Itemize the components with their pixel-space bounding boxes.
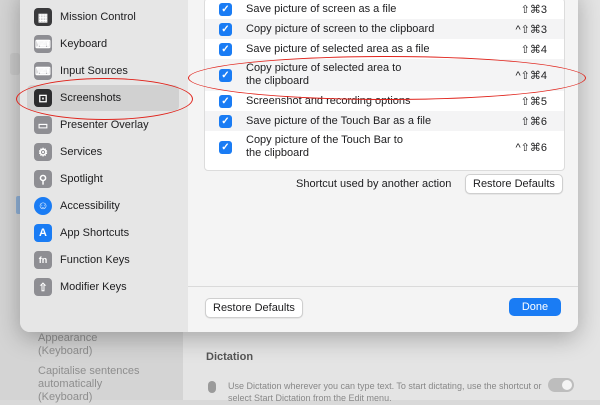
sidebar-item-label: Function Keys [60,254,130,266]
footer-divider [188,286,578,287]
shortcut-checkbox[interactable]: ✓ [219,95,232,108]
background-item-keyboard-note-2: (Keyboard) [38,391,93,403]
app-store-icon: A [34,224,52,242]
arrow-up-icon: ⇧ [34,278,52,296]
magnifier-icon: ⚲ [34,170,52,188]
shortcut-checkbox[interactable]: ✓ [219,115,232,128]
restore-defaults-all-button[interactable]: Restore Defaults [205,298,303,318]
fn-key-icon: fn [34,251,52,269]
accessibility-icon: ☺ [34,197,52,215]
table-row: ✓ Save picture of screen as a file ⇧⌘3 [205,0,564,19]
shortcut-keys[interactable]: ^⇧⌘3 [516,23,548,36]
sidebar-item-label: Accessibility [60,200,120,212]
input-sources-icon: ⌨ [34,62,52,80]
annotation-ellipse-copy-selected-area [188,56,586,100]
sidebar-item-label: Keyboard [60,38,108,50]
shortcut-conflict-message: Shortcut used by another action [296,178,452,190]
sidebar-item-label: Modifier Keys [60,281,127,293]
table-row: ✓ Copy picture of screen to the clipboar… [205,19,564,39]
shortcut-keys[interactable]: ⇧⌘4 [521,43,547,56]
dictation-heading: Dictation [206,351,254,363]
sidebar-item-mission-control[interactable]: ▦ Mission Control [27,4,179,30]
shortcut-label: Copy picture of screen to the clipboard [246,23,435,35]
sidebar-item-function-keys[interactable]: fn Function Keys [27,247,179,273]
table-row: ✓ Save picture of the Touch Bar as a fil… [205,111,564,131]
shortcut-keys[interactable]: ⇧⌘6 [521,115,547,128]
sidebar-item-label: Spotlight [60,173,103,185]
sidebar-item-label: Services [60,146,103,158]
shortcut-keys[interactable]: ⇧⌘3 [521,3,547,16]
shortcut-checkbox[interactable]: ✓ [219,141,232,154]
background-selection [10,53,20,75]
dictation-toggle[interactable] [548,378,574,392]
sidebar-item-keyboard[interactable]: ⌨ Keyboard [27,31,179,57]
shortcut-keys[interactable]: ^⇧⌘6 [516,141,548,154]
sidebar-item-modifier-keys[interactable]: ⇧ Modifier Keys [27,274,179,300]
presenter-overlay-icon: ▭ [34,116,52,134]
annotation-ellipse-screenshots [16,78,193,120]
dictation-description: Use Dictation wherever you can type text… [228,381,542,403]
sidebar-item-label: App Shortcuts [60,227,130,239]
restore-defaults-button[interactable]: Restore Defaults [465,174,563,194]
background-item-keyboard-note: (Keyboard) [38,345,93,357]
shortcut-label: Save picture of selected area as a file [246,43,430,55]
mission-control-icon: ▦ [34,8,52,26]
shortcut-checkbox[interactable]: ✓ [219,23,232,36]
sidebar-item-spotlight[interactable]: ⚲ Spotlight [27,166,179,192]
shortcut-keys[interactable]: ⇧⌘5 [521,95,547,108]
shortcut-label: Save picture of screen as a file [246,3,397,15]
shortcuts-content: ✓ Save picture of screen as a file ⇧⌘3 ✓… [188,0,578,332]
shortcut-checkbox[interactable]: ✓ [219,43,232,56]
sidebar-item-app-shortcuts[interactable]: A App Shortcuts [27,220,179,246]
sidebar-item-label: Presenter Overlay [60,119,149,131]
keyboard-icon: ⌨ [34,35,52,53]
sidebar-item-services[interactable]: ⚙ Services [27,139,179,165]
keyboard-shortcuts-sheet: ▦ Mission Control ⌨ Keyboard ⌨ Input Sou… [20,0,578,332]
table-row: ✓ Copy picture of the Touch Bar to the c… [205,131,564,163]
shortcuts-sidebar: ▦ Mission Control ⌨ Keyboard ⌨ Input Sou… [20,0,188,332]
done-button[interactable]: Done [509,298,561,316]
shortcut-label: Copy picture of the Touch Bar to the cli… [246,134,403,159]
sidebar-item-label: Mission Control [60,11,136,23]
sidebar-item-accessibility[interactable]: ☺ Accessibility [27,193,179,219]
gear-icon: ⚙ [34,143,52,161]
shortcut-checkbox[interactable]: ✓ [219,3,232,16]
shortcut-label: Save picture of the Touch Bar as a file [246,115,432,127]
microphone-icon [208,381,216,393]
sidebar-item-label: Input Sources [60,65,128,77]
